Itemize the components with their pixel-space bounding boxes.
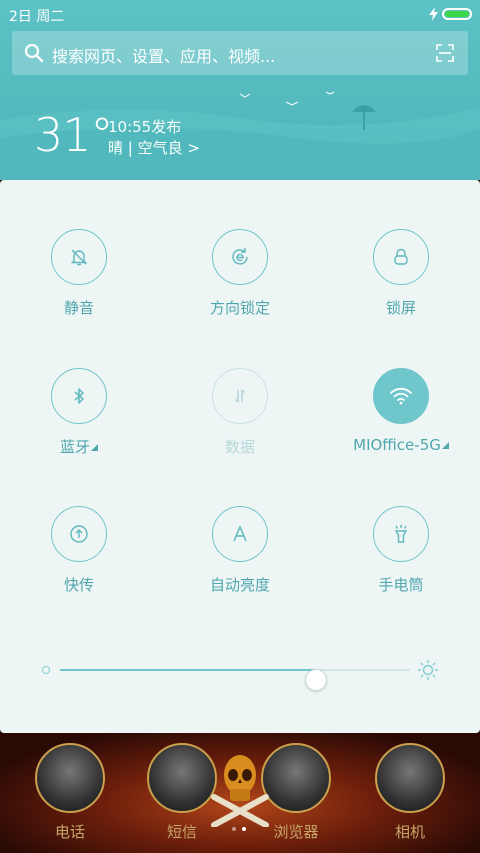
toggle-wifi[interactable]: MIOffice-5G	[331, 368, 471, 454]
camera-app-icon[interactable]	[375, 743, 445, 813]
mobile-data-icon	[234, 389, 246, 403]
toggle-silent[interactable]: 静音	[9, 229, 149, 318]
lock-icon	[394, 248, 408, 265]
phone-app-icon[interactable]	[35, 743, 105, 813]
status-date: 2日 周二	[9, 9, 65, 25]
brightness-slider[interactable]	[40, 658, 440, 691]
toggle-mobile-data[interactable]: 数据	[170, 368, 310, 457]
toggle-rotation-lock[interactable]: 方向锁定	[170, 229, 310, 318]
toggle-lock-screen[interactable]: 锁屏	[331, 229, 471, 318]
app-phone[interactable]: 电话	[32, 743, 108, 842]
toggle-bluetooth[interactable]: 蓝牙	[9, 368, 149, 457]
bell-off-icon	[70, 249, 88, 266]
temperature[interactable]: 31°	[34, 108, 114, 162]
quick-settings-panel: 静音 方向锁定 锁屏 蓝牙 数据 MIOffice-5G 快传 自动亮度 手电筒	[0, 180, 480, 733]
toggle-label: 快传	[63, 576, 94, 594]
toggle-quick-share-button[interactable]	[51, 506, 107, 562]
scan-icon[interactable]	[436, 44, 454, 62]
toggle-label: MIOffice-5G	[331, 436, 471, 454]
toggle-label: 锁屏	[385, 299, 416, 317]
auto-brightness-icon	[233, 525, 247, 542]
search-placeholder: 搜索网页、设置、应用、视频...	[52, 47, 276, 66]
toggle-flashlight[interactable]: 手电筒	[331, 506, 471, 595]
search-icon	[24, 43, 44, 63]
page-indicator	[232, 827, 246, 831]
app-label: 相机	[394, 823, 425, 841]
share-upload-icon	[70, 525, 88, 543]
page-dot	[232, 827, 236, 831]
toggle-label: 静音	[63, 299, 94, 317]
brightness-track[interactable]	[60, 669, 410, 691]
wifi-icon	[390, 387, 412, 405]
app-camera[interactable]: 相机	[372, 743, 448, 842]
flashlight-icon	[394, 525, 408, 543]
toggle-rotation-lock-button[interactable]	[212, 229, 268, 285]
weather-header: 2日 周二 搜索网页、设置、应用、视频... 31° 10:55发布 晴 | 空…	[0, 0, 480, 180]
toggle-label: 自动亮度	[209, 576, 270, 594]
home-dock: 电话 短信 浏览器 相机	[0, 733, 480, 853]
toggle-lock-screen-button[interactable]	[373, 229, 429, 285]
skull-wallpaper-icon	[211, 755, 269, 827]
battery-icon	[442, 8, 472, 20]
toggle-auto-brightness-button[interactable]	[212, 506, 268, 562]
toggle-flashlight-button[interactable]	[373, 506, 429, 562]
bluetooth-icon	[74, 388, 84, 404]
rotation-lock-icon	[232, 248, 248, 265]
toggle-quick-share[interactable]: 快传	[9, 506, 149, 595]
toggle-label: 手电筒	[378, 576, 424, 594]
toggle-silent-button[interactable]	[51, 229, 107, 285]
status-bar: 2日 周二	[0, 0, 480, 28]
toggle-bluetooth-button[interactable]	[51, 368, 107, 424]
dropdown-indicator-icon	[441, 442, 449, 449]
toggle-auto-brightness[interactable]: 自动亮度	[170, 506, 310, 595]
weather-condition[interactable]: 晴 | 空气良 >	[108, 137, 200, 158]
charging-icon	[429, 7, 438, 21]
messages-app-icon[interactable]	[147, 743, 217, 813]
brightness-low-icon	[42, 666, 50, 674]
weather-publish-time: 10:55发布	[108, 118, 182, 136]
toggle-label: 方向锁定	[209, 299, 270, 317]
toggle-label: 蓝牙	[9, 436, 149, 457]
toggle-wifi-button[interactable]	[373, 368, 429, 424]
brightness-thumb[interactable]	[304, 669, 327, 691]
brightness-fill	[60, 669, 316, 671]
toggle-mobile-data-button[interactable]	[212, 368, 268, 424]
page-dot-active	[242, 827, 246, 831]
dropdown-indicator-icon	[91, 444, 98, 451]
app-label: 电话	[54, 823, 85, 841]
toggle-label: 数据	[224, 438, 255, 456]
brightness-high-icon	[418, 660, 438, 680]
search-bar[interactable]: 搜索网页、设置、应用、视频...	[12, 31, 468, 75]
